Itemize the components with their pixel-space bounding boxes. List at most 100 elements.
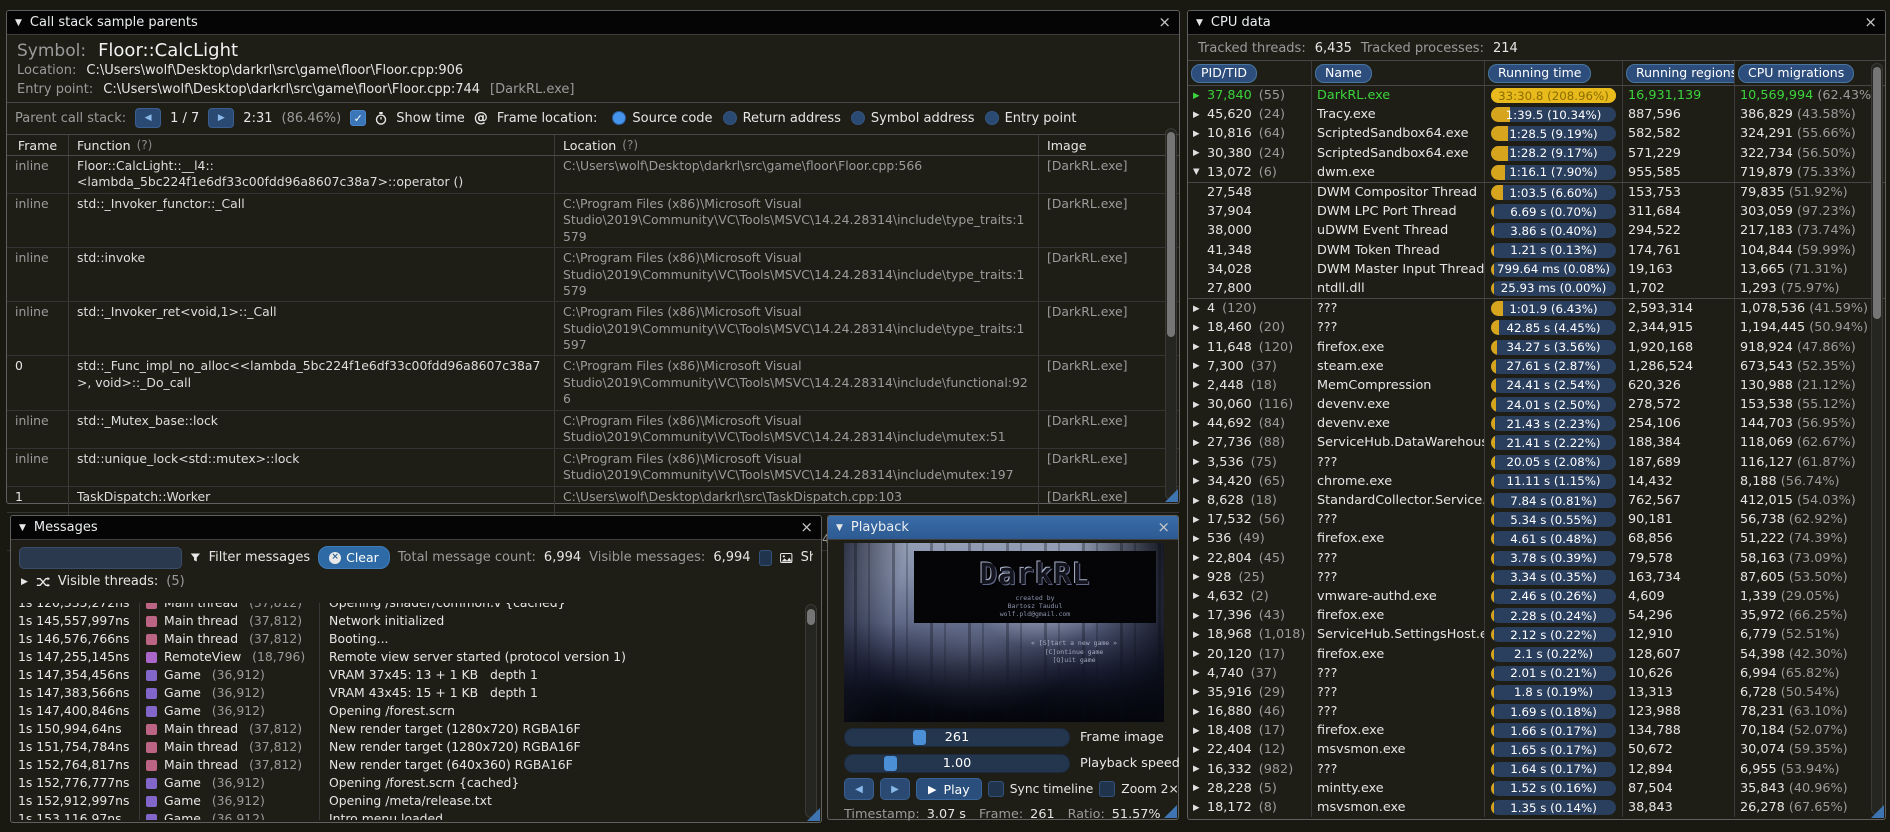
cpu-row[interactable]: 41,348 DWM Token Thread 1.21 s (0.13%) 174,… [1188,240,1885,260]
slider-thumb[interactable] [883,756,897,771]
playback-titlebar[interactable]: ▼ Playback × [828,516,1178,540]
cpu-row[interactable]: ▶ 18,968 (1,018) ServiceHub.SettingsHost.e 2… [1188,625,1885,645]
expand-arrow-icon[interactable]: ▶ [1193,304,1207,314]
expand-arrow-icon[interactable]: ▶ [1193,726,1207,736]
message-row[interactable]: 1s 151,754,784ns Main thread (37,812) New … [12,738,820,756]
cpu-row[interactable]: ▼ 13,072 (6) dwm.exe 1:16.1 (7.90%) 955,585 71… [1188,162,1885,182]
cpu-row[interactable]: ▶ 37,840 (55) DarkRL.exe 33:30.8 (208.96%) 16… [1188,86,1885,106]
zoom-2x-checkbox[interactable] [1099,781,1116,797]
cpu-row[interactable]: 38,000 uDWM Event Thread 3.86 s (0.40%) 294… [1188,221,1885,241]
callstack-row[interactable]: 0 std::_Func_impl_no_alloc<<lambda_5bc224… [7,355,1179,410]
message-row[interactable]: 1s 152,764,817ns Main thread (37,812) New … [12,756,820,774]
scrollbar-thumb[interactable] [1167,132,1175,337]
frame-location-option[interactable]: Source code [612,111,713,126]
cpu-row[interactable]: ▶ 22,404 (12) msvsmon.exe 1.65 s (0.17%) 50,6… [1188,740,1885,760]
collapse-arrow-icon[interactable]: ▼ [1193,167,1207,177]
cpu-row[interactable]: ▶ 30,060 (116) devenv.exe 24.01 s (2.50%) 278… [1188,395,1885,415]
expand-arrow-icon[interactable]: ▶ [1193,591,1207,601]
clear-button[interactable]: × Clear [318,546,390,569]
expand-arrow-icon[interactable]: ▶ [1193,553,1207,563]
prev-frame-button[interactable]: ◀ [844,778,874,800]
message-row[interactable]: 1s 153,116,97ns Game (36,912) Intro menu l… [12,810,820,820]
message-row[interactable]: 1s 152,912,997ns Game (36,912) Opening /me… [12,792,820,810]
expand-arrow-icon[interactable]: ▶ [1193,611,1207,621]
resize-grip[interactable] [1164,805,1177,818]
running-time-column-header[interactable]: Running time [1485,61,1623,85]
callstack-row[interactable]: inline std::invoke C:\Program Files (x86)\… [7,247,1179,302]
expand-arrow-icon[interactable]: ▶ [1193,534,1207,544]
show-images-checkbox[interactable] [758,549,773,566]
message-row[interactable]: 1s 147,255,145ns RemoteView (18,796) Remot… [12,648,820,666]
close-icon[interactable]: × [1864,15,1877,30]
expand-arrow-icon[interactable]: ▶ [21,577,28,587]
expand-arrow-icon[interactable]: ▶ [1193,323,1207,333]
message-row[interactable]: 1s 152,776,777ns Game (36,912) Opening /fo… [12,774,820,792]
message-row[interactable]: 1s 147,383,566ns Game (36,912) VRAM 43x45:… [12,684,820,702]
close-icon[interactable]: × [1157,520,1170,535]
cpu-row[interactable]: ▶ 8,628 (18) StandardCollector.Service.e 7.8… [1188,490,1885,511]
running-regions-column-header[interactable]: Running regions [1623,61,1735,85]
expand-arrow-icon[interactable]: ▶ [1193,803,1207,813]
expand-arrow-icon[interactable]: ▶ [1193,572,1207,582]
scrollbar-thumb[interactable] [1873,67,1881,319]
callstack-titlebar[interactable]: ▼ Call stack sample parents × [7,11,1179,35]
callstack-row[interactable]: inline std::unique_lock<std::mutex>::lock… [7,447,1179,486]
cpu-row[interactable]: ▶ 4 (120)??? 1:01.9 (6.43%) 2,593,314 1,078,5… [1188,298,1885,319]
resize-grip[interactable] [1871,805,1884,818]
cpu-row[interactable]: ▶ 18,172 (8) msvsmon.exe 1.35 s (0.14%) 38,84… [1188,797,1885,818]
show-time-checkbox[interactable]: ✓ [350,110,367,126]
cpu-row[interactable]: 34,028 DWM Master Input Thread 799.64 ms (… [1188,259,1885,279]
expand-arrow-icon[interactable]: ▶ [1193,707,1207,717]
image-column-header[interactable]: Image [1039,135,1179,155]
cpu-row[interactable]: ▶ 17,532 (56)??? 5.34 s (0.55%) 90,181 56,738… [1188,510,1885,530]
cpu-row[interactable]: 27,548 DWM Compositor Thread 1:03.5 (6.60%… [1188,181,1885,203]
messages-scrollbar[interactable] [805,604,817,818]
cpu-row[interactable]: ▶ 17,396 (43) firefox.exe 2.28 s (0.24%) 54,2… [1188,606,1885,626]
cpu-row[interactable]: ▶ 4,632 (2) vmware-authd.exe 2.46 s (0.26%) 4… [1188,586,1885,607]
messages-titlebar[interactable]: ▼ Messages × [11,516,821,540]
message-row[interactable]: 1s 120,335,272nsMain thread (37,812)Open… [12,603,820,612]
message-row[interactable]: 1s 147,354,456ns Game (36,912) VRAM 37x45:… [12,666,820,684]
name-column-header[interactable]: Name [1312,61,1485,85]
next-callstack-button[interactable]: ▶ [208,108,235,128]
callstack-row[interactable]: inline std::_Invoker_ret<void,1>::_Call C:… [7,301,1179,356]
collapse-icon[interactable]: ▼ [836,523,843,533]
cpu-row[interactable]: ▶ 7,300 (37) steam.exe 27.61 s (2.87%) 1,286,… [1188,356,1885,376]
cpu-row[interactable]: ▶ 35,916 (29)??? 1.8 s (0.19%) 13,313 6,728 (… [1188,682,1885,702]
message-row[interactable]: 1s 146,576,766ns Main thread (37,812) Boot… [12,630,820,648]
cpu-row[interactable]: 27,800 ntdll.dll 25.93 ms (0.00%) 1,702 1,29… [1188,278,1885,299]
expand-arrow-icon[interactable]: ▶ [1193,361,1207,371]
expand-arrow-icon[interactable]: ▶ [1193,129,1207,139]
cpu-row[interactable]: ▶ 34,420 (65) chrome.exe 11.11 s (1.15%) 14,4… [1188,471,1885,491]
message-row[interactable]: 1s 147,400,846ns Game (36,912) Opening /fo… [12,702,820,720]
expand-arrow-icon[interactable]: ▶ [1193,148,1207,158]
callstack-row[interactable]: inline Floor::CalcLight::__l4::<lambda_5b… [7,156,1179,193]
expand-arrow-icon[interactable]: ▶ [1193,457,1207,467]
cpu-row[interactable]: ▶ 10,816 (64) ScriptedSandbox64.exe 1:28.5 (… [1188,124,1885,144]
resize-grip[interactable] [1165,489,1178,502]
function-column-header[interactable]: Function (?) [69,135,555,155]
cpu-row[interactable]: ▶ 536 (49) firefox.exe 4.61 s (0.48%) 68,856 5… [1188,529,1885,549]
expand-arrow-icon[interactable]: ▶ [1193,687,1207,697]
cpu-row[interactable]: ▶ 18,460 (20)??? 42.85 s (4.45%) 2,344,915 1,… [1188,318,1885,338]
cpu-migrations-column-header[interactable]: CPU migrations [1735,61,1885,85]
close-icon[interactable]: × [800,520,813,535]
expand-arrow-icon[interactable]: ▶ [1193,496,1207,506]
cpu-row[interactable]: ▶ 28,228 (5) mintty.exe 1.52 s (0.16%) 87,504… [1188,778,1885,798]
cpu-row[interactable]: ▶ 2,448 (18) MemCompression 24.41 s (2.54%) 6… [1188,375,1885,395]
collapse-icon[interactable]: ▼ [15,18,22,28]
callstack-row[interactable]: inline std::_Invoker_functor::_Call C:\Pro… [7,193,1179,248]
slider-thumb[interactable] [912,730,926,745]
cpu-titlebar[interactable]: ▼ CPU data × [1188,11,1885,35]
expand-arrow-icon[interactable]: ▶ [1193,419,1207,429]
frame-location-option[interactable]: Entry point [984,111,1076,126]
cpu-row[interactable]: ▶ 928 (25)??? 3.34 s (0.35%) 163,734 87,605 (… [1188,567,1885,587]
expand-arrow-icon[interactable]: ▶ [1193,668,1207,678]
expand-arrow-icon[interactable]: ▶ [1193,342,1207,352]
cpu-row[interactable]: ▶ 16,332 (982)??? 1.64 s (0.17%) 12,894 6,955… [1188,759,1885,779]
cpu-row[interactable]: ▶ 11,648 (120) firefox.exe 34.27 s (3.56%) 1,… [1188,337,1885,357]
collapse-icon[interactable]: ▼ [19,523,26,533]
callstack-row[interactable]: 1 TaskDispatch::Worker C:\Users\wolf\Deskt… [7,485,1179,512]
cpu-row[interactable]: ▶ 18,408 (17) firefox.exe 1.66 s (0.17%) 134,… [1188,721,1885,741]
collapse-icon[interactable]: ▼ [1196,18,1203,28]
